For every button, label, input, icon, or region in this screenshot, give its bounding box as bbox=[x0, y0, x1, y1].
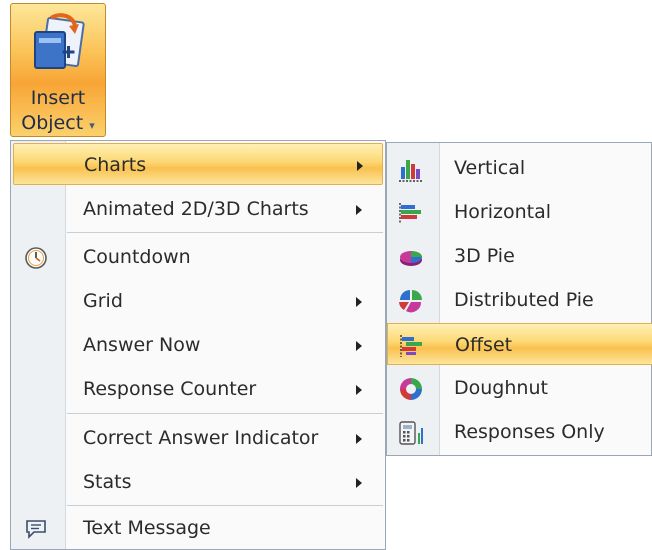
charts-submenu: Vertical Horizontal 3D Pie Distributed P… bbox=[386, 142, 652, 456]
submenu-arrow-icon bbox=[356, 434, 362, 444]
menu-separator bbox=[67, 413, 383, 414]
menu-item-label: Correct Answer Indicator bbox=[83, 427, 319, 449]
submenu-item-label: Offset bbox=[455, 334, 513, 356]
submenu-item-responses-only[interactable]: Responses Only bbox=[387, 411, 652, 453]
submenu-item-label: Horizontal bbox=[454, 201, 552, 223]
insert-object-icon bbox=[34, 13, 85, 69]
menu-item-label: Stats bbox=[83, 471, 132, 493]
3d-pie-chart-icon bbox=[400, 251, 422, 266]
menu-separator bbox=[67, 505, 383, 506]
insert-object-button[interactable]: Insert Object ▾ bbox=[10, 3, 106, 137]
menu-item-response-counter[interactable]: Response Counter bbox=[13, 368, 383, 410]
insert-object-label-line1: Insert bbox=[30, 87, 86, 109]
vertical-bar-chart-icon bbox=[399, 160, 423, 182]
submenu-item-distributed-pie[interactable]: Distributed Pie bbox=[387, 279, 652, 321]
submenu-item-label: Doughnut bbox=[454, 377, 548, 399]
menu-item-correct-answer-indicator[interactable]: Correct Answer Indicator bbox=[13, 417, 383, 459]
menu-item-label: Answer Now bbox=[83, 334, 201, 356]
menu-item-countdown[interactable]: Countdown bbox=[13, 236, 383, 278]
insert-object-label-line2: Object ▾ bbox=[11, 111, 105, 138]
horizontal-bar-chart-icon bbox=[399, 203, 421, 223]
menu-item-stats[interactable]: Stats bbox=[13, 461, 383, 503]
responses-only-icon bbox=[399, 421, 423, 445]
menu-item-label: Grid bbox=[83, 290, 123, 312]
chevron-down-icon: ▾ bbox=[89, 119, 95, 132]
submenu-item-vertical[interactable]: Vertical bbox=[387, 147, 652, 189]
menu-item-label: Response Counter bbox=[83, 378, 257, 400]
submenu-arrow-icon bbox=[356, 341, 362, 351]
submenu-item-label: Distributed Pie bbox=[454, 289, 594, 311]
submenu-item-offset[interactable]: Offset bbox=[387, 323, 652, 365]
menu-item-animated-charts[interactable]: Animated 2D/3D Charts bbox=[13, 188, 383, 230]
submenu-item-horizontal[interactable]: Horizontal bbox=[387, 191, 652, 233]
submenu-item-doughnut[interactable]: Doughnut bbox=[387, 367, 652, 409]
menu-item-text-message[interactable]: Text Message bbox=[13, 507, 383, 549]
offset-chart-icon bbox=[400, 335, 422, 357]
submenu-arrow-icon bbox=[356, 478, 362, 488]
text-message-icon bbox=[26, 520, 46, 539]
menu-item-label: Animated 2D/3D Charts bbox=[83, 198, 309, 220]
submenu-item-3d-pie[interactable]: 3D Pie bbox=[387, 235, 652, 277]
menu-item-grid[interactable]: Grid bbox=[13, 280, 383, 322]
doughnut-chart-icon bbox=[400, 378, 422, 400]
insert-object-label-text: Object bbox=[21, 112, 84, 134]
menu-separator bbox=[67, 232, 383, 233]
menu-item-answer-now[interactable]: Answer Now bbox=[13, 324, 383, 366]
submenu-item-label: Vertical bbox=[454, 157, 526, 179]
insert-object-menu: Charts Animated 2D/3D Charts Countdown G… bbox=[10, 140, 386, 550]
submenu-item-label: Responses Only bbox=[454, 421, 605, 443]
distributed-pie-chart-icon bbox=[399, 290, 422, 313]
submenu-arrow-icon bbox=[356, 297, 362, 307]
submenu-arrow-icon bbox=[357, 161, 363, 171]
menu-item-charts[interactable]: Charts bbox=[13, 143, 383, 185]
clock-icon bbox=[25, 247, 47, 269]
submenu-item-label: 3D Pie bbox=[454, 245, 515, 267]
menu-item-label: Charts bbox=[84, 154, 147, 176]
submenu-arrow-icon bbox=[356, 385, 362, 395]
menu-item-label: Text Message bbox=[83, 517, 211, 539]
submenu-arrow-icon bbox=[356, 205, 362, 215]
menu-item-label: Countdown bbox=[83, 246, 191, 268]
